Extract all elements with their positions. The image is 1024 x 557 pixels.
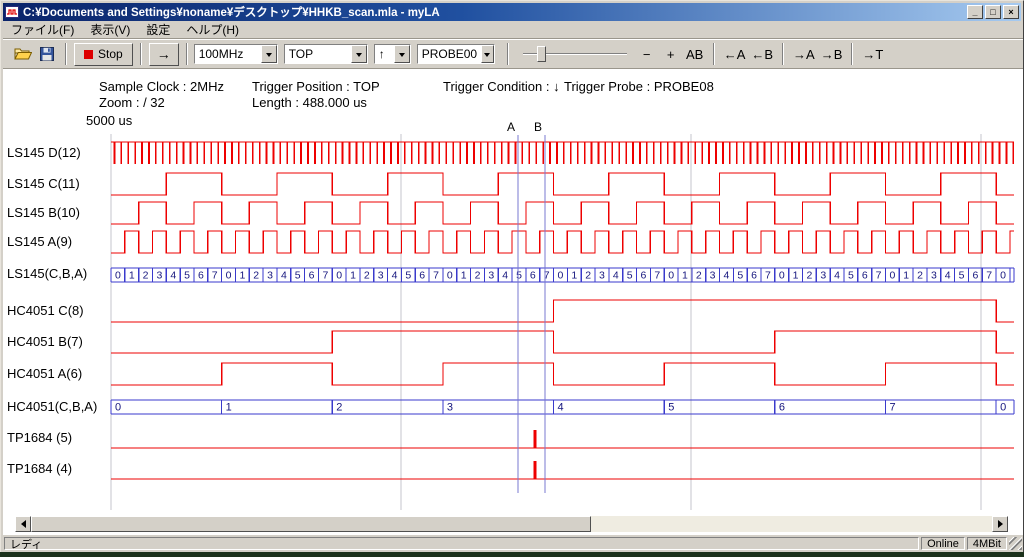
app-icon [5, 5, 19, 19]
menubar: ファイル(F) 表示(V) 設定 ヘルプ(H) [3, 21, 1023, 39]
zoom-slider-handle[interactable] [537, 46, 546, 62]
goto-b-left-button[interactable]: ←B [748, 42, 776, 66]
resize-grip[interactable] [1009, 537, 1022, 550]
stop-icon [84, 50, 93, 59]
goto-trigger-button[interactable]: →T [859, 42, 886, 66]
goto-a-right-button[interactable]: →A [790, 42, 818, 66]
toolbar-separator [782, 43, 784, 65]
trigger-edge-select[interactable]: ↑ [374, 44, 411, 64]
save-button[interactable] [35, 42, 59, 66]
dropdown-arrow-icon[interactable] [481, 45, 494, 63]
toolbar-separator [140, 43, 142, 65]
menu-file[interactable]: ファイル(F) [3, 20, 82, 39]
waveform-area [3, 69, 1023, 535]
goto-a-left-button[interactable]: ←A [721, 42, 749, 66]
channel-label: HC4051 C(8) [7, 302, 107, 320]
info-trigger-probe: Trigger Probe : PROBE08 [564, 79, 714, 94]
statusbar: レディ Online 4MBit [3, 535, 1023, 551]
info-trigger-condition: Trigger Condition : ↓ [443, 79, 560, 94]
close-button[interactable]: × [1003, 5, 1019, 19]
open-folder-icon [14, 47, 32, 61]
toolbar: Stop → 100MHz TOP ↑ PROBE00 − + AB [3, 39, 1023, 69]
info-zoom: Zoom : / 32 [99, 95, 165, 110]
status-online: Online [921, 537, 965, 550]
menu-settings[interactable]: 設定 [138, 20, 178, 39]
horizontal-scrollbar[interactable] [15, 516, 1008, 532]
minimize-button[interactable]: _ [967, 5, 983, 19]
scroll-thumb[interactable] [31, 516, 591, 532]
timeline-division-label: 5000 us [86, 113, 132, 128]
channel-label: TP1684 (5) [7, 429, 107, 447]
toolbar-separator [507, 43, 509, 65]
zoom-in-button[interactable]: + [659, 42, 683, 66]
app-window: C:¥Documents and Settings¥noname¥デスクトップ¥… [0, 0, 1024, 552]
probe-select[interactable]: PROBE00 [417, 44, 495, 64]
channel-label: LS145 D(12) [7, 144, 107, 162]
open-button[interactable] [11, 42, 35, 66]
channel-label: LS145 A(9) [7, 233, 107, 251]
save-floppy-icon [40, 47, 54, 61]
toolbar-separator [186, 43, 188, 65]
zoom-out-button[interactable]: − [635, 42, 659, 66]
stop-button[interactable]: Stop [74, 43, 133, 66]
scroll-left-button[interactable] [15, 516, 31, 532]
info-length: Length : 488.000 us [252, 95, 367, 110]
run-arrow-label: → [157, 46, 171, 62]
probe-value: PROBE00 [418, 45, 481, 63]
toolbar-separator [65, 43, 67, 65]
scroll-right-button[interactable] [992, 516, 1008, 532]
dropdown-arrow-icon[interactable] [394, 45, 410, 63]
run-button[interactable]: → [149, 43, 179, 66]
channel-label: LS145 C(11) [7, 175, 107, 193]
channel-label: HC4051 A(6) [7, 365, 107, 383]
titlebar: C:¥Documents and Settings¥noname¥デスクトップ¥… [3, 3, 1021, 21]
channel-label: TP1684 (4) [7, 460, 107, 478]
dropdown-arrow-icon[interactable] [351, 45, 367, 63]
zoom-slider[interactable] [523, 43, 627, 65]
maximize-button[interactable]: □ [985, 5, 1001, 19]
channel-label: LS145 B(10) [7, 204, 107, 222]
info-sample-clock: Sample Clock : 2MHz [99, 79, 224, 94]
scroll-right-icon [998, 520, 1007, 528]
stop-label: Stop [98, 47, 123, 61]
goto-b-right-button[interactable]: →B [818, 42, 846, 66]
menu-view[interactable]: 表示(V) [82, 20, 138, 39]
channel-label: HC4051(C,B,A) [7, 398, 107, 416]
ab-range-button[interactable]: AB [683, 42, 707, 66]
status-message: レディ [4, 537, 919, 550]
window-title: C:¥Documents and Settings¥noname¥デスクトップ¥… [23, 4, 965, 20]
trigger-edge-value: ↑ [375, 45, 394, 63]
info-trigger-position: Trigger Position : TOP [252, 79, 380, 94]
sample-clock-select[interactable]: 100MHz [194, 44, 278, 64]
menu-help[interactable]: ヘルプ(H) [178, 20, 247, 39]
status-memory: 4MBit [967, 537, 1007, 550]
channel-label: HC4051 B(7) [7, 333, 107, 351]
trigger-position-select[interactable]: TOP [284, 44, 368, 64]
trigger-position-value: TOP [285, 45, 351, 63]
toolbar-separator [713, 43, 715, 65]
dropdown-arrow-icon[interactable] [261, 45, 277, 63]
toolbar-separator [851, 43, 853, 65]
scroll-left-icon [17, 520, 26, 528]
channel-label: LS145(C,B,A) [7, 265, 107, 283]
sample-clock-value: 100MHz [195, 45, 261, 63]
